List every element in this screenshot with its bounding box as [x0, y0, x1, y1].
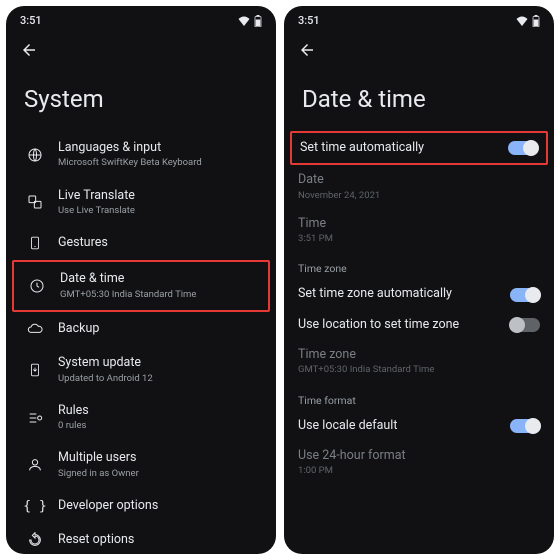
item-backup[interactable]: Backup — [12, 312, 270, 346]
globe-icon — [22, 147, 48, 163]
back-button[interactable] — [284, 27, 554, 59]
item-label: Date & time — [60, 271, 258, 287]
item-sub: Signed in as Owner — [58, 468, 260, 480]
status-icons — [238, 15, 262, 27]
row-value: GMT+05:30 India Standard Time — [298, 364, 540, 376]
item-gestures[interactable]: Gestures — [12, 226, 270, 260]
item-developer-options[interactable]: { } Developer options — [12, 489, 270, 523]
item-label: Live Translate — [58, 188, 260, 204]
reset-icon — [22, 532, 48, 548]
status-bar: 3:51 — [6, 6, 276, 27]
row-value: 3:51 PM — [298, 233, 540, 245]
toggle-set-time-auto[interactable] — [508, 141, 538, 155]
item-live-translate[interactable]: Live TranslateUse Live Translate — [12, 179, 270, 227]
phone-date-time-settings: 3:51 Date & time Set time automatically … — [284, 6, 554, 554]
wifi-icon — [238, 16, 250, 26]
item-sub: Use Live Translate — [58, 205, 260, 217]
item-rules[interactable]: Rules0 rules — [12, 394, 270, 442]
rules-icon — [22, 410, 48, 426]
item-label: Multiple users — [58, 450, 260, 466]
item-sub: Updated to Android 12 — [58, 373, 260, 385]
row-time: Time3:51 PM — [284, 209, 554, 253]
item-label: Developer options — [58, 498, 260, 514]
item-multiple-users[interactable]: Multiple users Signed in as Owner — [12, 441, 270, 489]
phone-system-settings: 3:51 System Languages & inputMicrosoft S… — [6, 6, 276, 554]
status-time: 3:51 — [20, 14, 42, 27]
arrow-left-icon — [298, 41, 316, 59]
item-sub: Microsoft SwiftKey Beta Keyboard — [58, 157, 260, 169]
section-time-format: Time format — [284, 384, 554, 411]
row-label: Date — [298, 172, 540, 188]
row-label: Use 24-hour format — [298, 448, 540, 464]
item-label: System update — [58, 355, 260, 371]
row-set-time-auto[interactable]: Set time automatically — [292, 133, 546, 163]
battery-icon — [532, 15, 540, 27]
status-time: 3:51 — [298, 14, 320, 27]
row-label: Set time automatically — [300, 140, 508, 156]
item-sub: GMT+05:30 India Standard Time — [60, 289, 258, 301]
battery-icon — [254, 15, 262, 27]
gesture-icon — [22, 235, 48, 251]
row-tz-auto[interactable]: Set time zone automatically — [284, 279, 554, 309]
row-tz-location[interactable]: Use location to set time zone — [284, 310, 554, 340]
row-time-zone: Time zoneGMT+05:30 India Standard Time — [284, 340, 554, 384]
row-label: Time — [298, 216, 540, 232]
item-label: Languages & input — [58, 140, 260, 156]
clock-icon — [24, 278, 50, 294]
status-bar: 3:51 — [284, 6, 554, 27]
row-use-24-hour: Use 24-hour format1:00 PM — [284, 441, 554, 485]
settings-list: Languages & inputMicrosoft SwiftKey Beta… — [6, 131, 276, 554]
row-label: Use locale default — [298, 418, 510, 434]
row-locale-default[interactable]: Use locale default — [284, 411, 554, 441]
item-languages-input[interactable]: Languages & inputMicrosoft SwiftKey Beta… — [12, 131, 270, 179]
page-title: System — [6, 59, 276, 131]
row-label: Use location to set time zone — [298, 317, 510, 333]
item-sub: 0 rules — [58, 420, 260, 432]
wifi-icon — [516, 16, 528, 26]
toggle-tz-location[interactable] — [510, 318, 540, 332]
item-label: Reset options — [58, 532, 260, 548]
row-value: November 24, 2021 — [298, 190, 540, 202]
translate-icon — [22, 194, 48, 210]
braces-icon: { } — [22, 499, 48, 514]
update-icon — [22, 362, 48, 378]
row-value: 1:00 PM — [298, 465, 540, 477]
item-label: Rules — [58, 403, 260, 419]
cloud-icon — [22, 322, 48, 336]
item-label: Backup — [58, 321, 260, 337]
toggle-locale-default[interactable] — [510, 419, 540, 433]
item-reset-options[interactable]: Reset options — [12, 523, 270, 554]
row-label: Set time zone automatically — [298, 286, 510, 302]
item-date-time[interactable]: Date & time GMT+05:30 India Standard Time — [12, 260, 270, 312]
highlight-set-time-auto: Set time automatically — [290, 131, 548, 165]
status-icons — [516, 15, 540, 27]
item-label: Gestures — [58, 235, 260, 251]
users-icon — [22, 457, 48, 473]
page-title: Date & time — [284, 59, 554, 131]
arrow-left-icon — [20, 41, 38, 59]
toggle-tz-auto[interactable] — [510, 288, 540, 302]
row-label: Time zone — [298, 347, 540, 363]
section-time-zone: Time zone — [284, 252, 554, 279]
back-button[interactable] — [6, 27, 276, 59]
row-date: Date November 24, 2021 — [284, 165, 554, 209]
item-system-update[interactable]: System update Updated to Android 12 — [12, 346, 270, 394]
